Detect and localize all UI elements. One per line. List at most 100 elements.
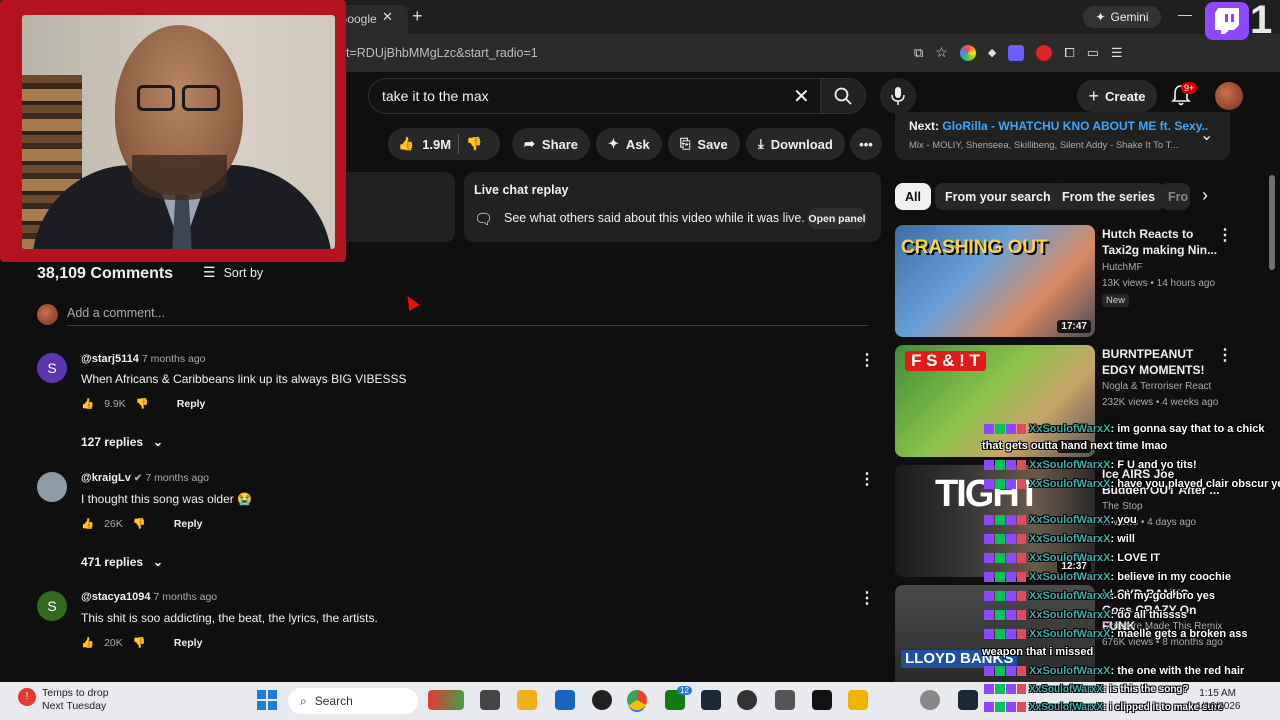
sidebar-icon[interactable]: ▭ bbox=[1087, 45, 1099, 61]
comment-username[interactable]: @kraigLv bbox=[81, 472, 131, 484]
clear-search-icon[interactable]: ✕ bbox=[793, 84, 810, 109]
chrome-icon[interactable] bbox=[627, 690, 647, 710]
comment-more-icon[interactable]: ⋮ bbox=[859, 588, 875, 608]
obs-icon[interactable] bbox=[737, 690, 757, 710]
download-button[interactable]: ⤓ Download bbox=[746, 128, 845, 160]
video-meta: 13K views • 14 hours ago bbox=[1102, 278, 1216, 289]
up-next-title[interactable]: Next: GloRilla - WHATCHU KNO ABOUT ME ft… bbox=[909, 119, 1209, 133]
comment-time[interactable]: 7 months ago bbox=[154, 591, 218, 603]
video-more-icon[interactable]: ⋮ bbox=[1217, 225, 1233, 245]
video-channel[interactable]: The Stop bbox=[1102, 499, 1143, 515]
overlay-chat-line: XxSoulofWarxX: LOVE IT bbox=[984, 552, 1160, 564]
extension-colorwheel-icon[interactable] bbox=[959, 44, 976, 61]
comment-actions: 👍 26K 👎 Reply bbox=[81, 517, 203, 531]
chevron-down-icon[interactable]: ⌄ bbox=[1200, 125, 1213, 145]
download-label: Download bbox=[770, 136, 833, 152]
description-box[interactable] bbox=[346, 172, 455, 242]
chip-truncated[interactable]: Fro bbox=[1160, 183, 1190, 210]
overlay-chat-line: XxSoulofWarxX: i clipped it to make sure bbox=[984, 702, 1223, 713]
comment-avatar[interactable]: S bbox=[37, 353, 67, 383]
overlay-chat-line: XxSoulofWarxX: will bbox=[984, 533, 1135, 545]
account-avatar[interactable] bbox=[1215, 82, 1243, 110]
comment-time[interactable]: 7 months ago bbox=[142, 353, 206, 365]
taskbar-search-label: Search bbox=[314, 694, 353, 708]
dislike-button[interactable]: 👎 bbox=[466, 136, 482, 152]
extension-diamond-icon[interactable]: ◆ bbox=[988, 46, 996, 59]
steam-icon[interactable] bbox=[701, 690, 721, 710]
gemini-button[interactable]: ✦ Gemini bbox=[1083, 6, 1161, 28]
minimize-icon[interactable]: — bbox=[1178, 6, 1192, 22]
extensions-puzzle-icon[interactable]: ⧠ bbox=[1064, 45, 1074, 61]
comment-like-button[interactable]: 👍 bbox=[81, 517, 94, 530]
comment-text: I thought this song was older 😭 bbox=[81, 492, 253, 506]
video-channel[interactable]: Nogla & Terroriser React bbox=[1102, 379, 1211, 395]
ask-button[interactable]: ✦ Ask bbox=[596, 128, 662, 160]
chevron-right-icon[interactable]: › bbox=[1202, 185, 1208, 206]
chip-all[interactable]: All bbox=[895, 183, 931, 210]
plus-icon: + bbox=[1088, 85, 1100, 106]
comment-more-icon[interactable]: ⋮ bbox=[859, 350, 875, 370]
video-more-icon[interactable]: ⋮ bbox=[1217, 345, 1233, 365]
store-icon[interactable] bbox=[555, 690, 575, 710]
comment-time[interactable]: 7 months ago bbox=[145, 472, 209, 484]
share-button[interactable]: ➦ Share bbox=[512, 128, 591, 160]
create-button[interactable]: + Create bbox=[1077, 80, 1157, 112]
comment-reply-button[interactable]: Reply bbox=[177, 398, 206, 410]
video-title[interactable]: BURNTPEANUT EDGY MOMENTS! bbox=[1102, 346, 1220, 378]
comment-dislike-button[interactable]: 👎 bbox=[136, 397, 149, 410]
chip-from-the-series[interactable]: From the series bbox=[1052, 183, 1166, 210]
view-replies-button[interactable]: 127 replies ⌄ bbox=[81, 435, 163, 449]
app-icon[interactable] bbox=[592, 690, 612, 710]
comment-like-button[interactable]: 👍 bbox=[81, 636, 94, 649]
file-explorer-icon[interactable] bbox=[517, 690, 537, 710]
comment-like-button[interactable]: 👍 bbox=[81, 397, 94, 410]
url-text[interactable]: t=RDUjBhbMMgLzc&start_radio=1 bbox=[346, 46, 538, 60]
taskbar-search[interactable]: ⌕ Search bbox=[288, 688, 418, 714]
bookmark-star-icon[interactable]: ☆ bbox=[935, 44, 948, 61]
extension-shield-icon[interactable] bbox=[1008, 44, 1025, 61]
comment-reply-button[interactable]: Reply bbox=[174, 637, 203, 649]
like-button[interactable]: 👍 1.9M bbox=[398, 136, 451, 152]
reading-list-icon[interactable]: ☰ bbox=[1111, 45, 1123, 61]
weather-widget[interactable]: Temps to drop Next Tuesday bbox=[42, 687, 109, 713]
search-button[interactable] bbox=[820, 78, 866, 114]
chip-from-your-search[interactable]: From your search bbox=[935, 183, 1061, 210]
windows-start-icon[interactable] bbox=[257, 690, 277, 715]
add-comment-input[interactable]: Add a comment... bbox=[67, 306, 165, 320]
save-button[interactable]: ⎘ Save bbox=[668, 128, 740, 160]
comment-avatar[interactable] bbox=[37, 472, 67, 502]
new-tab-icon[interactable]: + bbox=[412, 6, 423, 27]
view-replies-button[interactable]: 471 replies ⌄ bbox=[81, 555, 163, 569]
comment-username[interactable]: @stacya1094 bbox=[81, 591, 150, 603]
comment-username[interactable]: @starj5114 bbox=[81, 353, 139, 365]
video-thumbnail[interactable]: CRASHING OUT 17:47 bbox=[895, 225, 1095, 337]
taskbar-app-icon[interactable] bbox=[428, 690, 464, 710]
comment-more-icon[interactable]: ⋮ bbox=[859, 469, 875, 489]
close-tab-icon[interactable]: ✕ bbox=[382, 9, 393, 25]
steam-icon[interactable] bbox=[958, 690, 978, 710]
comment-dislike-button[interactable]: 👎 bbox=[133, 636, 146, 649]
video-channel[interactable]: HutchMF bbox=[1102, 260, 1143, 276]
settings-icon[interactable] bbox=[920, 690, 940, 710]
task-view-icon[interactable] bbox=[480, 690, 500, 710]
taskbar-clock[interactable]: 1:15 AM 1/16/2026 bbox=[1196, 687, 1241, 713]
video-title[interactable]: Hutch Reacts to Taxi2g making Nin... bbox=[1102, 226, 1220, 258]
comment-avatar[interactable]: S bbox=[37, 591, 67, 621]
sort-by-button[interactable]: ☰ Sort by bbox=[203, 264, 263, 281]
more-actions-button[interactable]: ••• bbox=[850, 128, 882, 160]
install-icon[interactable]: ⧉ bbox=[914, 45, 923, 61]
epic-games-icon[interactable] bbox=[812, 690, 832, 710]
sidebar-scrollbar[interactable] bbox=[1269, 175, 1275, 270]
webcam-feed bbox=[22, 15, 335, 249]
more-horizontal-icon: ••• bbox=[859, 136, 873, 152]
app-icon[interactable] bbox=[775, 690, 795, 710]
comment-reply-button[interactable]: Reply bbox=[174, 518, 203, 530]
search-query[interactable]: take it to the max bbox=[382, 88, 489, 104]
weather-alert-icon[interactable]: ! bbox=[18, 688, 36, 706]
open-panel-button[interactable]: Open panel bbox=[807, 208, 867, 229]
chat-replay-subtitle: See what others said about this video wh… bbox=[504, 211, 805, 225]
comment-dislike-button[interactable]: 👎 bbox=[133, 517, 146, 530]
extension-red-icon[interactable] bbox=[1036, 44, 1053, 61]
rockstar-icon[interactable] bbox=[848, 690, 868, 710]
voice-search-button[interactable] bbox=[880, 78, 916, 114]
